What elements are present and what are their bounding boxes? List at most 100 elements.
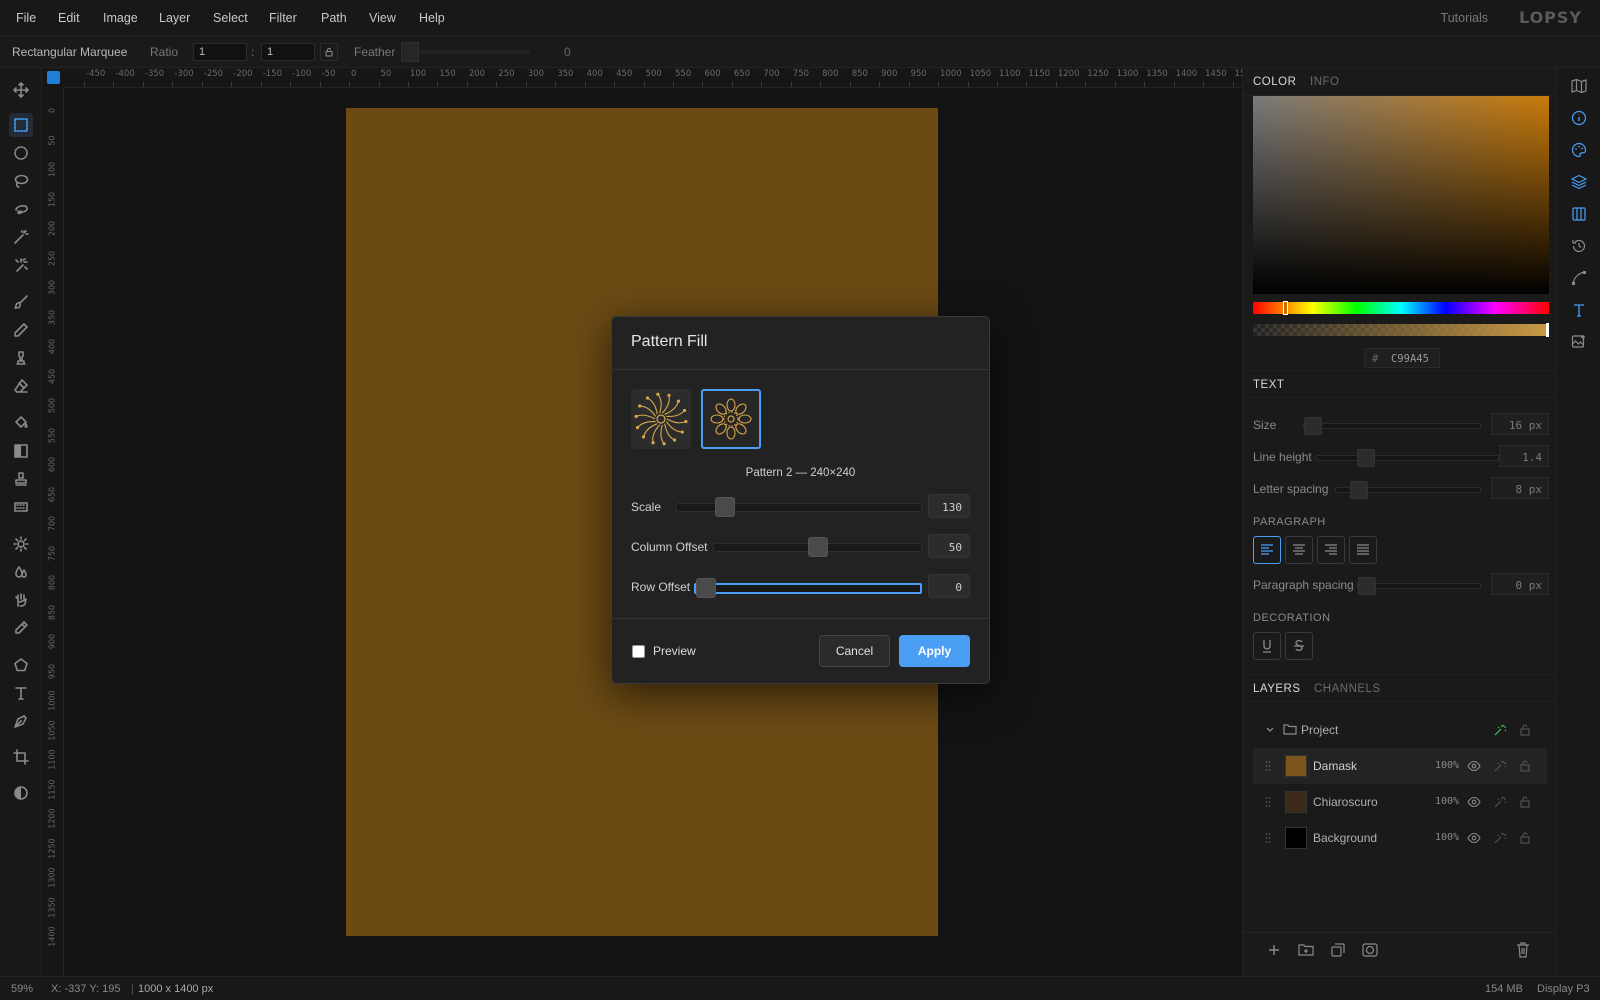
alpha-slider-handle[interactable] — [1546, 323, 1549, 337]
pattern-tool[interactable] — [9, 495, 33, 519]
column-offset-slider-knob[interactable] — [807, 537, 828, 557]
feather-slider-track[interactable] — [420, 50, 530, 54]
zoom-level[interactable]: 59% — [11, 983, 33, 995]
size-value-input[interactable]: 16 px — [1491, 413, 1549, 435]
size-slider[interactable] — [1303, 417, 1481, 435]
layer-row-damask[interactable]: Damask 100% — [1253, 748, 1547, 784]
move-tool[interactable] — [9, 78, 33, 102]
tab-text[interactable]: TEXT — [1253, 379, 1284, 391]
eye-icon[interactable] — [1467, 760, 1481, 772]
map-icon[interactable] — [1571, 78, 1587, 94]
dodge-tool[interactable] — [9, 532, 33, 556]
layers-icon[interactable] — [1571, 174, 1587, 190]
gradient-tool[interactable] — [9, 439, 33, 463]
paths-icon[interactable] — [1571, 270, 1587, 286]
menu-path[interactable]: Path — [321, 11, 347, 25]
row-offset-slider[interactable] — [694, 578, 922, 598]
row-offset-value-input[interactable]: 0 — [928, 574, 970, 598]
menu-select[interactable]: Select — [213, 11, 248, 25]
eye-icon[interactable] — [1467, 832, 1481, 844]
menu-view[interactable]: View — [369, 11, 396, 25]
align-justify-button[interactable] — [1349, 536, 1377, 564]
preview-checkbox[interactable] — [632, 645, 645, 658]
line-height-slider[interactable] — [1316, 449, 1499, 467]
drag-handle-icon[interactable] — [1265, 832, 1271, 844]
duplicate-layer-icon[interactable] — [1330, 942, 1346, 958]
layer-group-project[interactable]: Project — [1253, 712, 1547, 748]
eye-icon[interactable] — [1467, 796, 1481, 808]
tab-color[interactable]: COLOR — [1253, 76, 1296, 88]
size-slider-knob[interactable] — [1304, 417, 1322, 435]
menu-image[interactable]: Image — [103, 11, 138, 25]
text-panel-icon[interactable] — [1571, 302, 1587, 318]
align-center-button[interactable] — [1285, 536, 1313, 564]
line-height-value-input[interactable]: 1.4 — [1499, 445, 1549, 467]
align-right-button[interactable] — [1317, 536, 1345, 564]
hue-slider[interactable] — [1253, 301, 1549, 315]
menu-layer[interactable]: Layer — [159, 11, 190, 25]
smudge-tool[interactable] — [9, 588, 33, 612]
pattern-thumbnail-2[interactable] — [701, 389, 761, 449]
scale-slider[interactable] — [676, 497, 922, 517]
layer-row-background[interactable]: Background 100% — [1253, 820, 1547, 856]
underline-button[interactable] — [1253, 632, 1281, 660]
paragraph-spacing-slider-knob[interactable] — [1358, 577, 1376, 595]
pattern-thumbnail-1[interactable] — [631, 389, 691, 449]
align-left-button[interactable] — [1253, 536, 1281, 564]
effects-icon[interactable] — [1493, 831, 1507, 845]
color-saturation-picker[interactable] — [1253, 96, 1549, 294]
contrast-tool[interactable] — [9, 781, 33, 805]
pencil-tool[interactable] — [9, 318, 33, 342]
effects-icon[interactable] — [1493, 795, 1507, 809]
lock-icon[interactable] — [1519, 831, 1531, 845]
magic-wand-tool[interactable] — [9, 225, 33, 249]
color-profile[interactable]: Display P3 — [1537, 983, 1590, 995]
column-offset-value-input[interactable]: 50 — [928, 534, 970, 558]
blur-tool[interactable] — [9, 560, 33, 584]
chevron-down-icon[interactable] — [1265, 725, 1275, 735]
menu-file[interactable]: File — [16, 11, 36, 25]
letter-spacing-slider[interactable] — [1335, 481, 1481, 499]
paragraph-spacing-value-input[interactable]: 0 px — [1491, 573, 1549, 595]
image-adjust-icon[interactable] — [1571, 334, 1587, 350]
preview-label[interactable]: Preview — [653, 644, 696, 658]
lock-icon[interactable] — [1519, 723, 1531, 737]
rect-marquee-tool[interactable] — [9, 113, 33, 137]
channels-icon[interactable] — [1571, 206, 1587, 222]
new-group-icon[interactable] — [1298, 943, 1314, 957]
strikethrough-button[interactable] — [1285, 632, 1313, 660]
ruler-origin-marker[interactable] — [47, 71, 60, 84]
eyedropper-tool[interactable] — [9, 616, 33, 640]
ratio-height-input[interactable]: 1 — [261, 43, 315, 61]
scale-slider-knob[interactable] — [715, 497, 736, 517]
drag-handle-icon[interactable] — [1265, 796, 1271, 808]
tab-layers[interactable]: LAYERS — [1253, 683, 1301, 695]
layer-row-chiaroscuro[interactable]: Chiaroscuro 100% — [1253, 784, 1547, 820]
layer-opacity[interactable]: 100% — [1435, 760, 1459, 771]
layer-mask-icon[interactable] — [1362, 943, 1378, 957]
paint-bucket-tool[interactable] — [9, 411, 33, 435]
tutorials-link[interactable]: Tutorials — [1441, 11, 1488, 25]
menu-filter[interactable]: Filter — [269, 11, 297, 25]
layer-opacity[interactable]: 100% — [1435, 796, 1459, 807]
crop-tool[interactable] — [9, 745, 33, 769]
paragraph-spacing-slider[interactable] — [1357, 577, 1481, 595]
column-offset-slider[interactable] — [713, 537, 922, 557]
letter-spacing-slider-knob[interactable] — [1350, 481, 1368, 499]
history-icon[interactable] — [1571, 238, 1587, 254]
effects-icon[interactable] — [1493, 759, 1507, 773]
feather-slider-knob[interactable] — [401, 42, 419, 62]
line-height-slider-knob[interactable] — [1357, 449, 1375, 467]
pen-tool[interactable] — [9, 709, 33, 733]
type-tool[interactable] — [9, 681, 33, 705]
hex-color-input[interactable]: # C99A45 — [1364, 348, 1440, 368]
quick-select-tool[interactable] — [9, 253, 33, 277]
trash-icon[interactable] — [1516, 942, 1530, 958]
ratio-lock-button[interactable] — [320, 43, 338, 61]
apply-button[interactable]: Apply — [899, 635, 970, 667]
drag-handle-icon[interactable] — [1265, 760, 1271, 772]
brush-tool[interactable] — [9, 290, 33, 314]
tab-channels[interactable]: CHANNELS — [1314, 683, 1381, 695]
shape-tool[interactable] — [9, 653, 33, 677]
lasso-tool[interactable] — [9, 169, 33, 193]
